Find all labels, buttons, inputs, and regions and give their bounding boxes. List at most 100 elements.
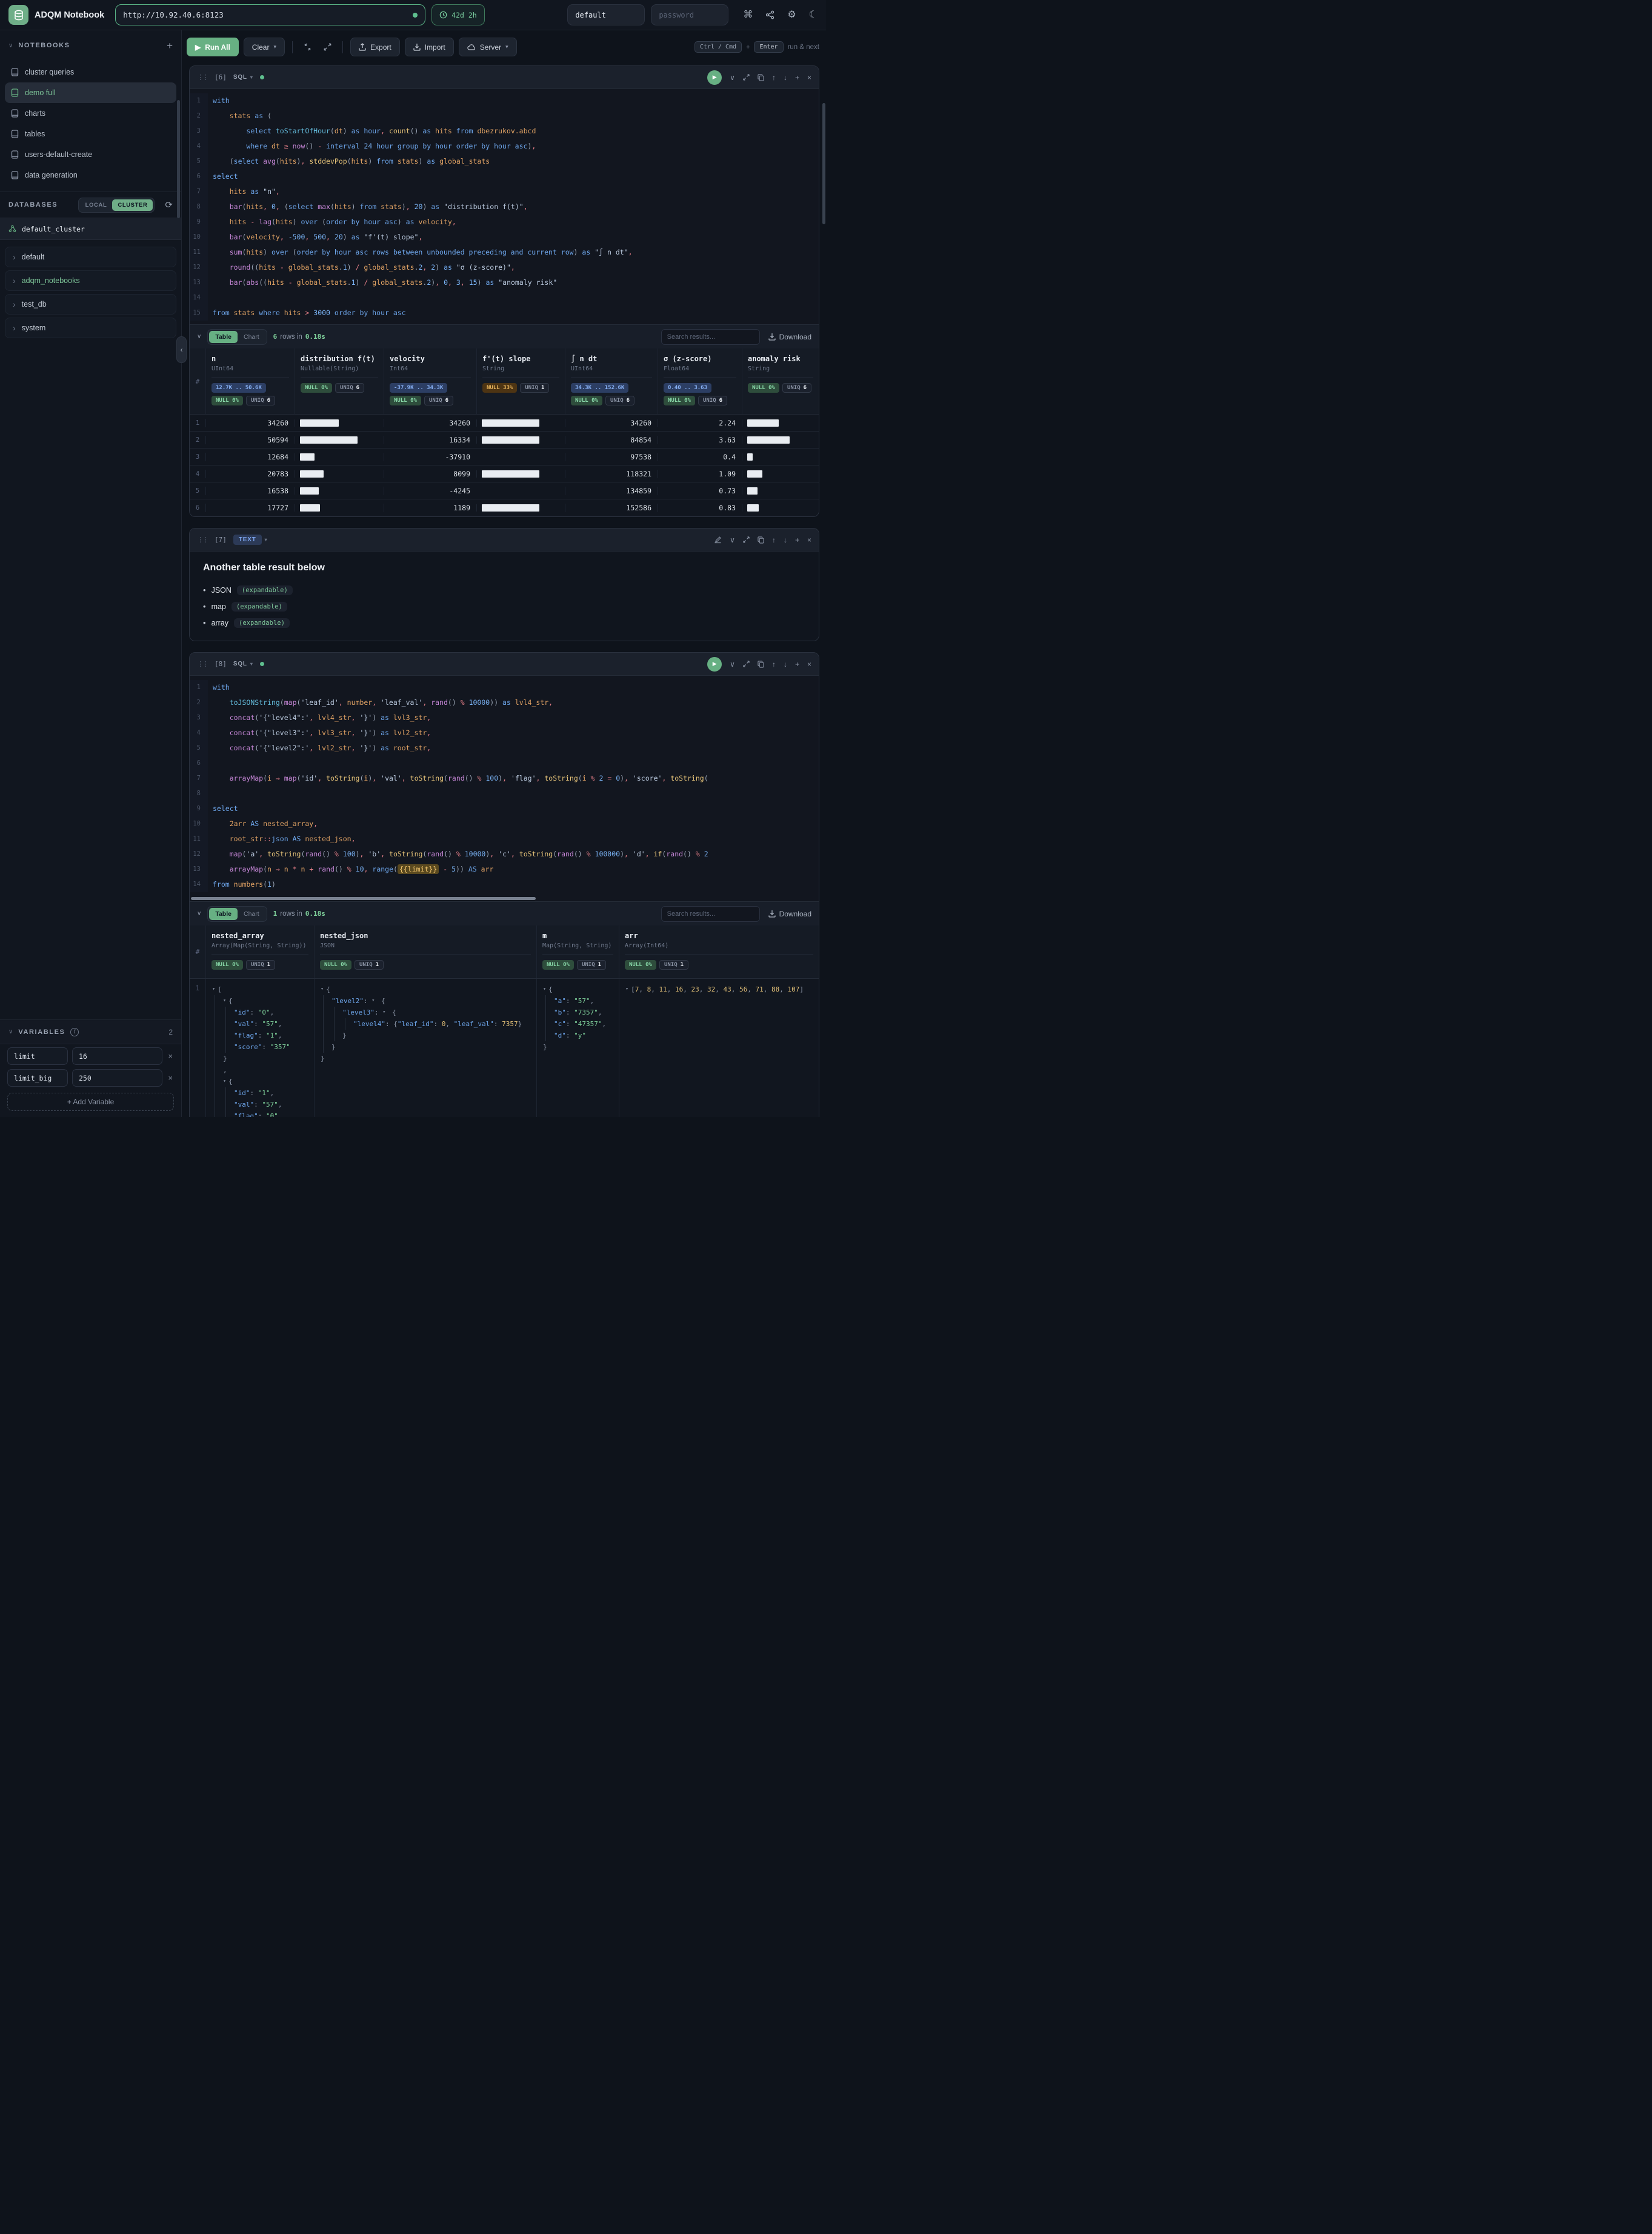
database-tree-item[interactable]: › test_db [5,294,176,315]
cell-language-select[interactable]: TEXT▾ [233,535,268,545]
download-button[interactable]: Download [768,910,811,918]
move-cell-down-icon[interactable]: ↓ [784,536,787,544]
add-cell-icon[interactable]: + [795,661,799,668]
add-notebook-button[interactable]: + [167,41,173,51]
expand-chevron-icon[interactable]: › [13,299,16,309]
tree-line[interactable]: "b": "7357", [543,1007,615,1018]
code-line[interactable]: 1with [190,93,819,108]
remove-variable-icon[interactable]: × [167,1073,174,1082]
chevron-down-icon[interactable]: ∨ [730,74,735,81]
code-line[interactable]: 10 2arr AS nested_array, [190,816,819,832]
copy-cell-icon[interactable] [758,536,764,544]
tree-line[interactable]: ▾[ [212,984,310,995]
tree-line[interactable]: "val": "57", [212,1018,310,1030]
db-scope-cluster[interactable]: CLUSTER [112,199,153,211]
code-line[interactable]: 2 stats as ( [190,108,819,124]
tree-line[interactable]: } [321,1041,533,1053]
code-line[interactable]: 12 round((hits - global_stats.1) / globa… [190,260,819,275]
delete-cell-icon[interactable]: × [807,661,811,668]
cell-language-select[interactable]: SQL▾ [233,661,253,667]
drag-handle-icon[interactable]: ⋮⋮ [197,660,208,668]
notebook-scrollbar[interactable] [822,103,825,224]
password-field[interactable] [651,4,728,25]
tree-line[interactable]: "id": "1", [212,1087,310,1099]
expand-cell-icon[interactable] [743,661,750,667]
server-button[interactable]: Server▾ [459,38,517,56]
tree-line[interactable]: "level4": {"leaf_id": 0, "leaf_val": 735… [321,1018,533,1030]
column-header[interactable]: ∫ n dtUInt6434.3K .. 152.6KNULL 0%UNIQ6 [565,348,658,414]
export-button[interactable]: Export [350,38,400,56]
code-line[interactable]: 8 bar(hits, 0, (select max(hits) from st… [190,199,819,215]
database-tree-item[interactable]: › adqm_notebooks [5,270,176,291]
expand-cell-icon[interactable] [743,536,750,543]
database-tree-item[interactable]: › default [5,247,176,267]
code-line[interactable]: 5 (select avg(hits), stddevPop(hits) fro… [190,154,819,169]
sidebar-notebook-item[interactable]: demo full [5,82,176,103]
variable-value-field[interactable]: 16 [72,1047,162,1065]
variable-value-field[interactable]: 250 [72,1069,162,1087]
add-variable-button[interactable]: + Add Variable [7,1093,174,1111]
copy-cell-icon[interactable] [758,661,764,668]
copy-cell-icon[interactable] [758,74,764,81]
tree-line[interactable]: } [321,1030,533,1041]
sidebar-notebook-item[interactable]: cluster queries [5,62,176,82]
variable-name-field[interactable]: limit_big [7,1069,68,1087]
variable-name-field[interactable]: limit [7,1047,68,1065]
edit-cell-icon[interactable] [714,536,722,544]
code-line[interactable]: 8 [190,786,819,801]
column-header[interactable]: nested_jsonJSONNULL 0%UNIQ1 [314,925,536,978]
table-row[interactable]: 516538-42451348590.73 [190,482,819,499]
view-table-tab[interactable]: Table [209,908,238,920]
tree-line[interactable]: "d": "y" [543,1030,615,1041]
collapse-all-cells-icon[interactable] [300,41,315,53]
command-palette-icon[interactable]: ⌘ [743,10,753,20]
sidebar-scrollbar[interactable] [177,100,180,218]
code-line[interactable]: 3 concat('{"level4":', lvl4_str, '}') as… [190,710,819,725]
column-header[interactable]: σ (z-score)Float640.40 .. 3.63NULL 0%UNI… [658,348,742,414]
tree-line[interactable]: "val": "57", [212,1099,310,1110]
settings-gear-icon[interactable]: ⚙ [787,10,796,20]
code-line[interactable]: 4 concat('{"level3":', lvl3_str, '}') as… [190,725,819,741]
server-url-field[interactable] [115,4,425,25]
database-tree-item[interactable]: › system [5,318,176,338]
delete-cell-icon[interactable]: × [807,536,811,544]
tree-line[interactable]: } [212,1053,310,1064]
download-button[interactable]: Download [768,333,811,341]
tree-line[interactable]: "score": "357" [212,1041,310,1053]
column-header[interactable]: anomaly riskStringNULL 0%UNIQ6 [742,348,819,414]
delete-cell-icon[interactable]: × [807,74,811,81]
tree-line[interactable]: ▾{ [543,984,615,995]
cluster-row[interactable]: default_cluster [0,218,181,240]
chevron-down-icon[interactable]: ∨ [730,661,735,668]
nested-array-tree[interactable]: ▾[▾{"id": "0","val": "57","flag": "1","s… [205,979,314,1117]
chevron-down-icon[interactable]: ∨ [730,536,735,544]
code-line[interactable]: 11 sum(hits) over (order by hour asc row… [190,245,819,260]
code-line[interactable]: 7 hits as "n", [190,184,819,199]
drag-handle-icon[interactable]: ⋮⋮ [197,536,208,544]
username-field[interactable] [567,4,645,25]
tree-line[interactable]: "c": "47357", [543,1018,615,1030]
code-line[interactable]: 2 toJSONString(map('leaf_id', number, 'l… [190,695,819,710]
sidebar-notebook-item[interactable]: charts [5,103,176,124]
run-cell-button[interactable]: ▶ [707,70,722,85]
table-row[interactable]: 42078380991183211.09 [190,465,819,482]
table-row[interactable]: 25059416334848543.63 [190,432,819,448]
code-line[interactable]: 14 [190,290,819,305]
add-cell-icon[interactable]: + [795,536,799,544]
drag-handle-icon[interactable]: ⋮⋮ [197,73,208,81]
code-line[interactable]: 12 map('a', toString(rand() % 100), 'b',… [190,847,819,862]
sql-editor[interactable]: 1with2 stats as (3 select toStartOfHour(… [190,89,819,324]
tree-line[interactable]: , [212,1064,310,1076]
code-line[interactable]: 10 bar(velocity, -500, 500, 20) as "f'(t… [190,230,819,245]
table-row[interactable]: 61772711891525860.83 [190,499,819,516]
expand-chevron-icon[interactable]: › [13,252,16,262]
search-results-input[interactable] [661,906,760,922]
nested-json-tree[interactable]: ▾{"level2": ▾ {"level3": ▾ {"level4": {"… [314,979,536,1117]
code-line[interactable]: 9select [190,801,819,816]
sidebar-collapse-handle[interactable]: ‹ [176,336,187,363]
expand-chevron-icon[interactable]: › [13,276,16,285]
db-scope-local[interactable]: LOCAL [80,199,113,211]
tree-line[interactable]: "level3": ▾ { [321,1007,533,1018]
view-table-tab[interactable]: Table [209,331,238,343]
sidebar-notebook-item[interactable]: data generation [5,165,176,185]
